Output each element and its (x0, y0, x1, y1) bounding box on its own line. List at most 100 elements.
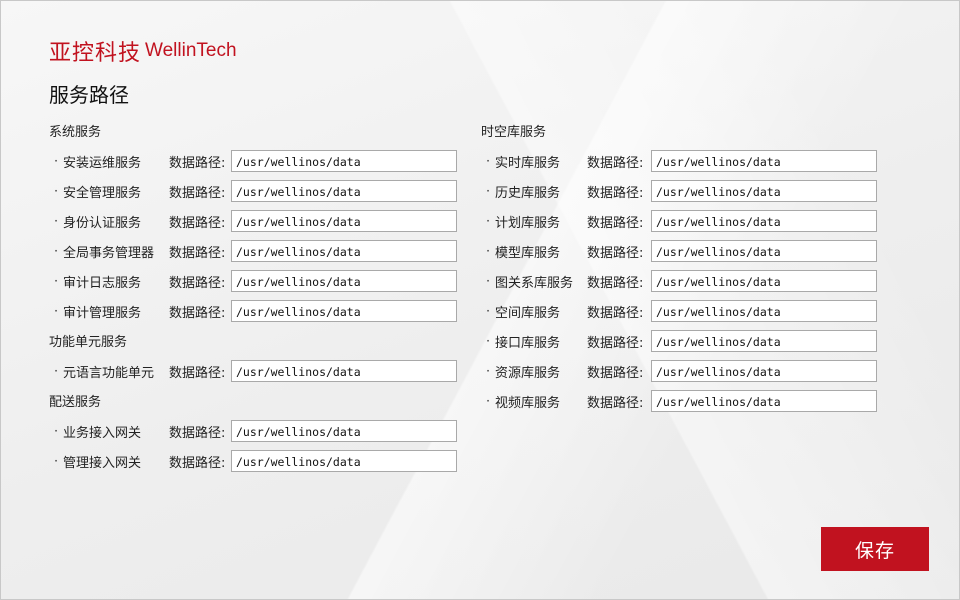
app-window: 亚控科技 WellinTech 服务路径 系统服务 · 安装运维服务 数据路径:… (0, 0, 960, 600)
service-row: · 管理接入网关 数据路径: (49, 449, 457, 473)
bullet-icon: · (486, 304, 490, 318)
path-input[interactable] (231, 150, 457, 172)
service-row: · 审计日志服务 数据路径: (49, 269, 457, 293)
brand-name-cn: 亚控科技 (49, 41, 142, 66)
path-input[interactable] (231, 240, 457, 262)
service-name: 历史库服务 (495, 185, 561, 201)
path-label: 数据路径: (587, 155, 644, 171)
path-input[interactable] (231, 210, 457, 232)
bullet-icon: · (486, 154, 490, 168)
bullet-icon: · (486, 244, 490, 258)
path-input[interactable] (231, 360, 457, 382)
service-row: · 元语言功能单元 数据路径: (49, 359, 457, 383)
path-label: 数据路径: (169, 155, 226, 171)
service-name: 安装运维服务 (63, 155, 142, 171)
service-row: · 审计管理服务 数据路径: (49, 299, 457, 323)
service-row: · 接口库服务 数据路径: (481, 329, 877, 353)
path-label: 数据路径: (587, 275, 644, 291)
service-row: · 图关系库服务 数据路径: (481, 269, 877, 293)
path-label: 数据路径: (587, 215, 644, 231)
path-label: 数据路径: (169, 275, 226, 291)
path-label: 数据路径: (587, 305, 644, 321)
bullet-icon: · (54, 304, 58, 318)
path-input[interactable] (651, 210, 877, 232)
path-input[interactable] (651, 300, 877, 322)
service-name: 管理接入网关 (63, 455, 142, 471)
group-title-system: 系统服务 (49, 125, 102, 140)
service-name: 空间库服务 (495, 305, 561, 321)
service-name: 安全管理服务 (63, 185, 142, 201)
path-input[interactable] (651, 180, 877, 202)
path-input[interactable] (651, 390, 877, 412)
path-input[interactable] (651, 150, 877, 172)
service-name: 实时库服务 (495, 155, 561, 171)
service-name: 业务接入网关 (63, 425, 142, 441)
brand-logo: 亚控科技 WellinTech (49, 35, 237, 67)
path-label: 数据路径: (587, 365, 644, 381)
path-label: 数据路径: (587, 395, 644, 411)
bullet-icon: · (54, 364, 58, 378)
bullet-icon: · (486, 274, 490, 288)
brand-name-en: WellinTech (145, 40, 237, 61)
service-name: 视频库服务 (495, 395, 561, 411)
service-row: · 计划库服务 数据路径: (481, 209, 877, 233)
service-row: · 历史库服务 数据路径: (481, 179, 877, 203)
service-row: · 模型库服务 数据路径: (481, 239, 877, 263)
path-input[interactable] (651, 360, 877, 382)
path-input[interactable] (231, 300, 457, 322)
path-input[interactable] (231, 420, 457, 442)
bullet-icon: · (486, 364, 490, 378)
path-input[interactable] (651, 330, 877, 352)
path-input[interactable] (231, 450, 457, 472)
page-title: 服务路径 (49, 83, 129, 107)
service-row: · 安装运维服务 数据路径: (49, 149, 457, 173)
service-name: 接口库服务 (495, 335, 561, 351)
service-name: 模型库服务 (495, 245, 561, 261)
path-label: 数据路径: (587, 245, 644, 261)
bullet-icon: · (54, 244, 58, 258)
bullet-icon: · (54, 184, 58, 198)
path-input[interactable] (231, 180, 457, 202)
group-title-delivery: 配送服务 (49, 395, 102, 410)
service-row: · 视频库服务 数据路径: (481, 389, 877, 413)
path-input[interactable] (651, 240, 877, 262)
bullet-icon: · (486, 334, 490, 348)
service-name: 元语言功能单元 (63, 365, 155, 381)
bullet-icon: · (54, 214, 58, 228)
bullet-icon: · (54, 154, 58, 168)
path-label: 数据路径: (169, 185, 226, 201)
path-label: 数据路径: (587, 335, 644, 351)
path-input[interactable] (651, 270, 877, 292)
bullet-icon: · (486, 394, 490, 408)
service-name: 审计管理服务 (63, 305, 142, 321)
bullet-icon: · (486, 184, 490, 198)
group-title-spatiotemporal: 时空库服务 (481, 125, 547, 140)
service-row: · 业务接入网关 数据路径: (49, 419, 457, 443)
service-name: 图关系库服务 (495, 275, 574, 291)
path-label: 数据路径: (169, 425, 226, 441)
path-label: 数据路径: (169, 215, 226, 231)
bullet-icon: · (54, 424, 58, 438)
service-name: 全局事务管理器 (63, 245, 155, 261)
service-name: 计划库服务 (495, 215, 561, 231)
bullet-icon: · (486, 214, 490, 228)
service-row: · 资源库服务 数据路径: (481, 359, 877, 383)
path-label: 数据路径: (169, 455, 226, 471)
service-row: · 安全管理服务 数据路径: (49, 179, 457, 203)
path-label: 数据路径: (169, 305, 226, 321)
service-name: 审计日志服务 (63, 275, 142, 291)
bullet-icon: · (54, 454, 58, 468)
bullet-icon: · (54, 274, 58, 288)
service-row: · 实时库服务 数据路径: (481, 149, 877, 173)
path-label: 数据路径: (169, 365, 226, 381)
path-input[interactable] (231, 270, 457, 292)
service-name: 身份认证服务 (63, 215, 142, 231)
path-label: 数据路径: (587, 185, 644, 201)
service-row: · 全局事务管理器 数据路径: (49, 239, 457, 263)
group-title-function-unit: 功能单元服务 (49, 335, 128, 350)
service-row: · 空间库服务 数据路径: (481, 299, 877, 323)
service-row: · 身份认证服务 数据路径: (49, 209, 457, 233)
path-label: 数据路径: (169, 245, 226, 261)
save-button[interactable]: 保存 (821, 527, 929, 571)
service-name: 资源库服务 (495, 365, 561, 381)
